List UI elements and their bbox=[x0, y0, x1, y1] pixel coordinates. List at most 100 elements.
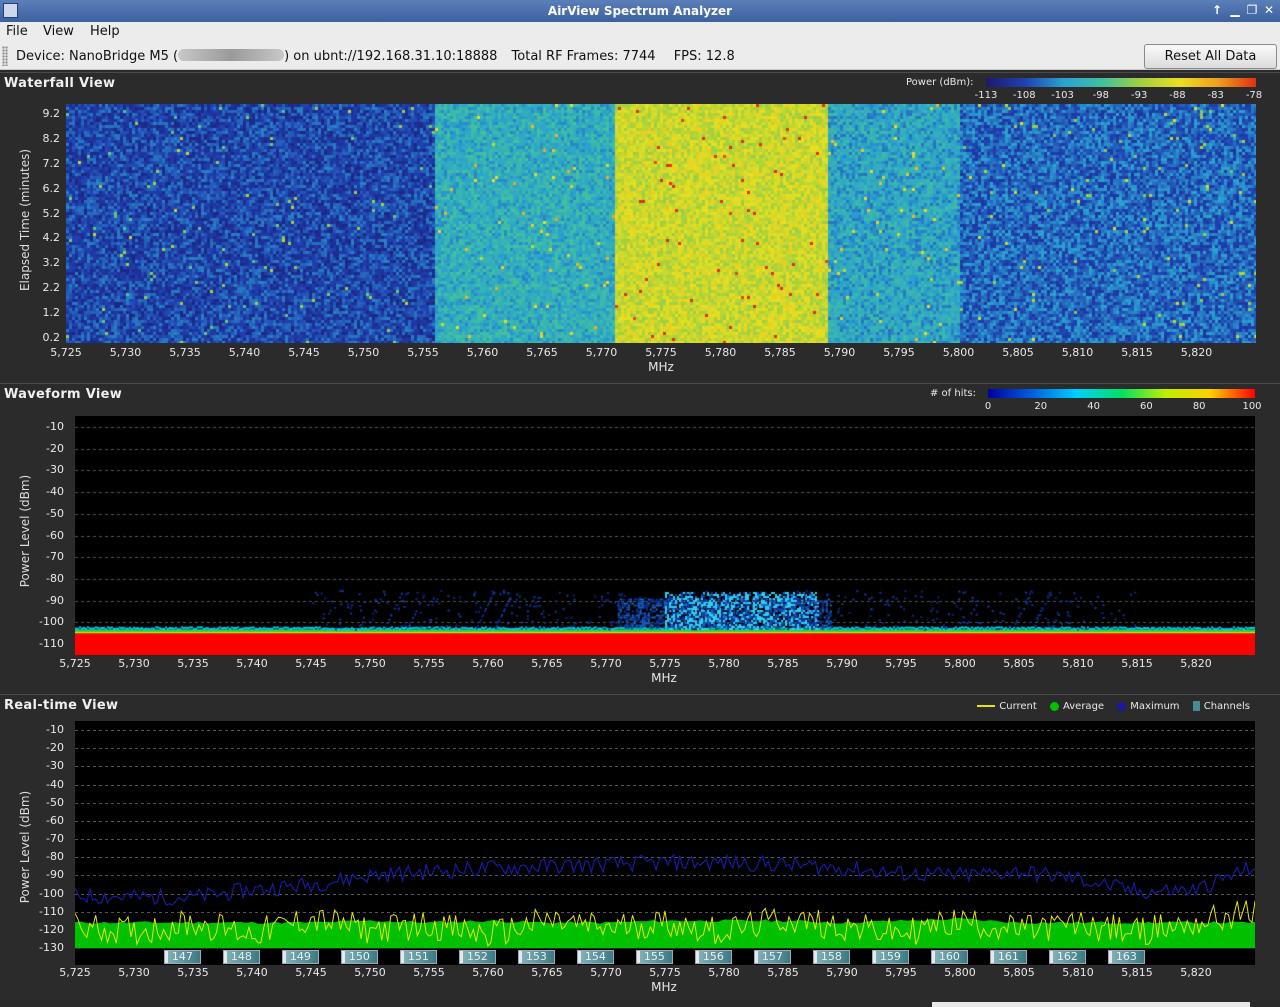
waterfall-xtick: 5,805 bbox=[1002, 346, 1034, 359]
channel-marker[interactable]: 153 bbox=[517, 950, 556, 964]
legend-average-label: Average bbox=[1063, 701, 1105, 712]
power-legend-tick: -103 bbox=[1051, 90, 1074, 101]
close-icon[interactable]: ✕ bbox=[1262, 3, 1276, 18]
realtime-xtick: 5,780 bbox=[708, 966, 740, 979]
average-area bbox=[75, 918, 1255, 948]
channel-marker[interactable]: 149 bbox=[281, 950, 320, 964]
channel-marker[interactable]: 157 bbox=[753, 950, 792, 964]
power-legend-tick: -98 bbox=[1092, 90, 1110, 101]
legend-maximum-label: Maximum bbox=[1130, 701, 1180, 712]
waveform-ytick: -80 bbox=[46, 571, 64, 585]
waveform-xtick: 5,800 bbox=[944, 657, 976, 670]
power-legend-tick: -113 bbox=[974, 90, 998, 101]
waterfall-xtick: 5,800 bbox=[942, 346, 975, 359]
channel-marker[interactable]: 152 bbox=[458, 950, 497, 964]
realtime-xtick: 5,790 bbox=[826, 966, 858, 979]
waveform-xtick: 5,755 bbox=[413, 657, 445, 670]
channel-marker[interactable]: 156 bbox=[694, 950, 733, 964]
hits-legend-tick: 40 bbox=[1087, 401, 1100, 412]
realtime-xtick: 5,740 bbox=[236, 966, 268, 979]
menu-help[interactable]: Help bbox=[90, 24, 120, 39]
channel-marker[interactable]: 155 bbox=[635, 950, 674, 964]
realtime-ytick: -40 bbox=[46, 777, 64, 791]
realtime-legend: Current Average Maximum Channels bbox=[967, 701, 1250, 712]
realtime-xtick: 5,820 bbox=[1180, 966, 1212, 979]
hits-legend-tick: 60 bbox=[1140, 401, 1153, 412]
waveform-xtick: 5,770 bbox=[590, 657, 622, 670]
waveform-xtick: 5,805 bbox=[1003, 657, 1035, 670]
waterfall-xtick: 5,730 bbox=[109, 346, 142, 359]
waterfall-plot[interactable] bbox=[66, 104, 1256, 343]
waterfall-panel: Waterfall View Power (dBm): -113 -108 -103… bbox=[0, 72, 1280, 383]
waterfall-ytick: 9.2 bbox=[42, 106, 61, 120]
realtime-xtick: 5,805 bbox=[1003, 966, 1035, 979]
channel-marker[interactable]: 159 bbox=[871, 950, 910, 964]
waterfall-xtick: 5,810 bbox=[1061, 346, 1094, 359]
channel-label: 152 bbox=[466, 950, 488, 963]
channel-label: 149 bbox=[289, 950, 311, 963]
channel-marker[interactable]: 161 bbox=[989, 950, 1028, 964]
waterfall-xtick: 5,735 bbox=[169, 346, 201, 359]
realtime-ytick: -20 bbox=[46, 741, 64, 755]
channel-marker[interactable]: 150 bbox=[340, 950, 379, 964]
waterfall-xlabel: MHz bbox=[648, 360, 674, 374]
waveform-xtick: 5,785 bbox=[767, 657, 799, 670]
channel-label: 147 bbox=[171, 950, 193, 963]
channel-marker[interactable]: 147 bbox=[163, 950, 202, 964]
channel-marker[interactable]: 162 bbox=[1048, 950, 1087, 964]
power-colorbar bbox=[986, 78, 1256, 87]
reset-all-data-button[interactable]: Reset All Data bbox=[1144, 44, 1277, 69]
maximize-icon[interactable]: ❐ bbox=[1245, 3, 1259, 18]
realtime-plot[interactable] bbox=[75, 721, 1255, 948]
realtime-xtick: 5,795 bbox=[885, 966, 917, 979]
waterfall-xtick: 5,815 bbox=[1121, 346, 1153, 359]
channel-marker[interactable]: 154 bbox=[576, 950, 615, 964]
toolbar-grip-icon[interactable] bbox=[2, 46, 8, 66]
waterfall-ytick: 5.2 bbox=[42, 206, 61, 220]
realtime-xtick: 5,750 bbox=[354, 966, 386, 979]
waterfall-ytick: 3.2 bbox=[42, 256, 61, 270]
realtime-xtick: 5,770 bbox=[590, 966, 622, 979]
keep-above-icon[interactable]: ↑ bbox=[1210, 3, 1224, 18]
waterfall-ytick: 2.2 bbox=[42, 281, 61, 295]
waterfall-ytick: 7.2 bbox=[42, 156, 61, 170]
waterfall-ytick: 6.2 bbox=[42, 181, 61, 195]
waveform-ytick: -60 bbox=[46, 528, 64, 542]
realtime-ytick: -120 bbox=[39, 922, 64, 936]
waterfall-xtick: 5,755 bbox=[407, 346, 439, 359]
device-suffix: ) on ubnt://192.168.31.10:18888 bbox=[284, 49, 498, 64]
minimize-icon[interactable]: ▁ bbox=[1228, 3, 1242, 18]
waveform-xtick: 5,790 bbox=[826, 657, 858, 670]
waterfall-xtick: 5,750 bbox=[347, 346, 380, 359]
realtime-ytick: -110 bbox=[39, 904, 64, 918]
average-dot-icon bbox=[1050, 701, 1059, 711]
realtime-xtick: 5,765 bbox=[531, 966, 563, 979]
waterfall-title: Waterfall View bbox=[4, 76, 116, 91]
waterfall-xtick: 5,820 bbox=[1180, 346, 1213, 359]
channel-marker[interactable]: 148 bbox=[222, 950, 261, 964]
menu-view[interactable]: View bbox=[43, 24, 74, 39]
channel-label: 150 bbox=[348, 950, 370, 963]
channel-strip[interactable]: 147 148 149 150 151 152 153 154 155 156 157 158 159 1… bbox=[75, 949, 1255, 965]
channels-square-icon bbox=[1192, 701, 1200, 711]
realtime-ytick: -30 bbox=[46, 759, 64, 773]
menu-file[interactable]: File bbox=[6, 24, 28, 39]
channel-marker[interactable]: 163 bbox=[1107, 950, 1146, 964]
waveform-xtick: 5,750 bbox=[354, 657, 386, 670]
channel-marker[interactable]: 151 bbox=[399, 950, 438, 964]
waterfall-xtick: 5,770 bbox=[585, 346, 618, 359]
channel-marker[interactable]: 158 bbox=[812, 950, 851, 964]
waveform-xtick: 5,820 bbox=[1180, 657, 1212, 670]
channel-marker[interactable]: 160 bbox=[930, 950, 969, 964]
waveform-plot[interactable] bbox=[75, 416, 1255, 655]
hits-legend-tick: 80 bbox=[1192, 401, 1206, 412]
realtime-ytick: -10 bbox=[46, 723, 64, 737]
horizontal-scrollbar[interactable] bbox=[932, 1002, 1250, 1007]
waveform-ytick: -90 bbox=[46, 593, 64, 607]
legend-current-label: Current bbox=[999, 701, 1037, 712]
waveform-title: Waveform View bbox=[4, 387, 123, 402]
waterfall-xtick: 5,775 bbox=[645, 346, 677, 359]
realtime-ytick: -70 bbox=[46, 832, 64, 846]
waveform-xtick: 5,775 bbox=[649, 657, 681, 670]
realtime-xtick: 5,800 bbox=[944, 966, 976, 979]
